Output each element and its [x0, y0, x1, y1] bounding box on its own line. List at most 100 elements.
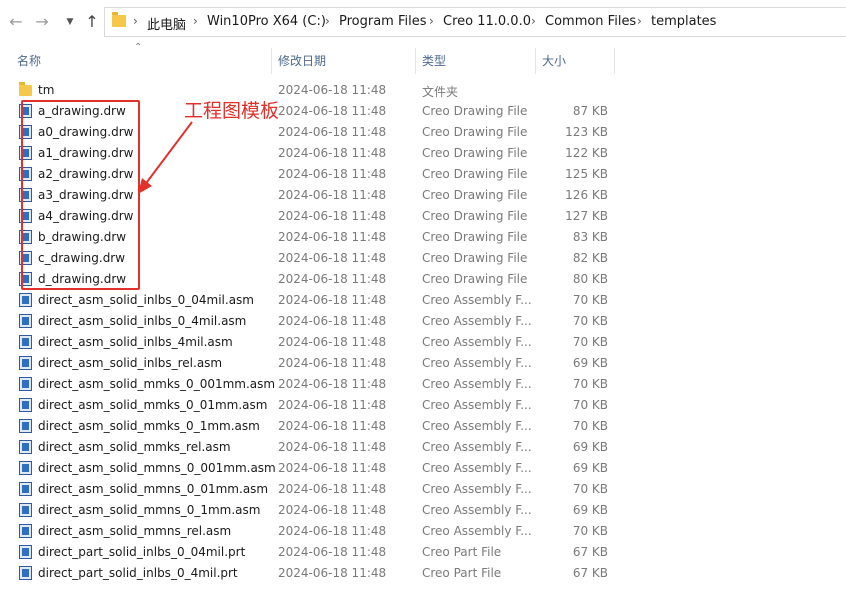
file-type: Creo Part File: [422, 545, 502, 559]
file-size: 70 KB: [572, 377, 608, 391]
file-type: Creo Assembly F...: [422, 293, 532, 307]
file-date: 2024-06-18 11:48: [278, 461, 387, 475]
file-row[interactable]: direct_asm_solid_inlbs_0_4mil.asm 2024-06…: [0, 311, 846, 332]
file-row[interactable]: direct_asm_solid_inlbs_rel.asm 2024-06-18…: [0, 353, 846, 374]
breadcrumb-separator-icon[interactable]: ›: [133, 14, 138, 28]
breadcrumb-separator-icon[interactable]: ›: [193, 14, 198, 28]
file-date: 2024-06-18 11:48: [278, 524, 387, 538]
file-date: 2024-06-18 11:48: [278, 482, 387, 496]
file-size: 69 KB: [572, 440, 608, 454]
file-type: Creo Assembly F...: [422, 314, 532, 328]
file-row[interactable]: direct_asm_solid_mmns_0_1mm.asm 2024-06-1…: [0, 500, 846, 521]
file-date: 2024-06-18 11:48: [278, 83, 387, 97]
column-divider[interactable]: [415, 48, 416, 74]
annotation-arrow-icon: [138, 121, 193, 194]
address-bar[interactable]: › 此电脑 › Win10Pro X64 (C:) › Program File…: [104, 7, 846, 37]
file-row[interactable]: direct_part_solid_inlbs_0_04mil.prt 2024-…: [0, 542, 846, 563]
file-date: 2024-06-18 11:48: [278, 272, 387, 286]
file-date: 2024-06-18 11:48: [278, 314, 387, 328]
creo-file-icon: [19, 398, 32, 412]
file-name: direct_asm_solid_mmks_0_1mm.asm: [38, 419, 260, 433]
file-size: 67 KB: [572, 566, 608, 580]
file-date: 2024-06-18 11:48: [278, 377, 387, 391]
file-name: direct_asm_solid_mmns_0_01mm.asm: [38, 482, 269, 496]
file-date: 2024-06-18 11:48: [278, 104, 387, 118]
file-size: 70 KB: [572, 482, 608, 496]
file-type: Creo Assembly F...: [422, 419, 532, 433]
breadcrumb-templates[interactable]: templates: [651, 14, 716, 29]
file-type: Creo Part File: [422, 566, 502, 580]
file-date: 2024-06-18 11:48: [278, 545, 387, 559]
file-row[interactable]: direct_asm_solid_inlbs_4mil.asm 2024-06-1…: [0, 332, 846, 353]
file-date: 2024-06-18 11:48: [278, 440, 387, 454]
file-name: direct_asm_solid_inlbs_0_4mil.asm: [38, 314, 247, 328]
file-row[interactable]: direct_asm_solid_mmns_0_01mm.asm 2024-06-…: [0, 479, 846, 500]
breadcrumb-this-pc[interactable]: 此电脑: [147, 14, 186, 33]
file-row[interactable]: direct_asm_solid_mmns_rel.asm 2024-06-18 …: [0, 521, 846, 542]
column-header-size[interactable]: 大小: [542, 52, 566, 69]
file-name: direct_asm_solid_inlbs_0_04mil.asm: [38, 293, 254, 307]
recent-locations-chevron-icon[interactable]: ▼: [60, 10, 80, 34]
file-size: 125 KB: [565, 167, 608, 181]
file-size: 69 KB: [572, 461, 608, 475]
folder-icon: [112, 12, 126, 27]
file-type: Creo Assembly F...: [422, 377, 532, 391]
file-row[interactable]: direct_asm_solid_inlbs_0_04mil.asm 2024-0…: [0, 290, 846, 311]
file-row[interactable]: direct_asm_solid_mmks_0_1mm.asm 2024-06-1…: [0, 416, 846, 437]
highlight-box: [21, 100, 140, 290]
column-header-type[interactable]: 类型: [422, 52, 446, 69]
file-size: 70 KB: [572, 524, 608, 538]
file-date: 2024-06-18 11:48: [278, 503, 387, 517]
breadcrumb-program-files[interactable]: Program Files: [339, 14, 427, 29]
file-size: 80 KB: [572, 272, 608, 286]
back-arrow-icon[interactable]: ←: [6, 10, 26, 34]
file-size: 70 KB: [572, 419, 608, 433]
file-type: Creo Drawing File: [422, 230, 528, 244]
file-date: 2024-06-18 11:48: [278, 167, 387, 181]
navigation-toolbar: ← → ▼ ↑ › 此电脑 › Win10Pro X64 (C:) › Prog…: [0, 0, 846, 46]
file-date: 2024-06-18 11:48: [278, 188, 387, 202]
breadcrumb-separator-icon[interactable]: ›: [531, 14, 536, 28]
file-name: direct_asm_solid_mmks_0_01mm.asm: [38, 398, 268, 412]
breadcrumb-drive[interactable]: Win10Pro X64 (C:): [207, 14, 326, 29]
file-name: direct_asm_solid_inlbs_rel.asm: [38, 356, 223, 370]
creo-file-icon: [19, 482, 32, 496]
column-header-name[interactable]: 名称: [17, 52, 41, 69]
column-divider[interactable]: [535, 48, 536, 74]
column-divider[interactable]: [271, 48, 272, 74]
column-header-date[interactable]: 修改日期: [278, 52, 326, 69]
file-row[interactable]: direct_part_solid_inlbs_0_4mil.prt 2024-0…: [0, 563, 846, 584]
creo-file-icon: [19, 293, 32, 307]
file-type: Creo Assembly F...: [422, 356, 532, 370]
file-name: direct_asm_solid_mmks_0_001mm.asm: [38, 377, 276, 391]
file-size: 123 KB: [565, 125, 608, 139]
file-row[interactable]: direct_asm_solid_mmks_rel.asm 2024-06-18 …: [0, 437, 846, 458]
up-arrow-icon[interactable]: ↑: [82, 10, 102, 34]
column-header-row: 名称 修改日期 类型 大小: [0, 48, 846, 74]
forward-arrow-icon[interactable]: →: [32, 10, 52, 34]
breadcrumb-separator-icon[interactable]: ›: [429, 14, 434, 28]
breadcrumb-separator-icon[interactable]: ›: [325, 14, 330, 28]
file-row[interactable]: direct_asm_solid_mmks_0_01mm.asm 2024-06-…: [0, 395, 846, 416]
breadcrumb-creo[interactable]: Creo 11.0.0.0: [443, 14, 531, 29]
file-date: 2024-06-18 11:48: [278, 419, 387, 433]
creo-file-icon: [19, 377, 32, 391]
file-name: direct_part_solid_inlbs_0_4mil.prt: [38, 566, 238, 580]
breadcrumb-separator-icon[interactable]: ›: [637, 14, 642, 28]
creo-file-icon: [19, 314, 32, 328]
file-row[interactable]: direct_asm_solid_mmks_0_001mm.asm 2024-06…: [0, 374, 846, 395]
creo-file-icon: [19, 524, 32, 538]
file-size: 69 KB: [572, 356, 608, 370]
column-divider[interactable]: [614, 48, 615, 74]
breadcrumb-common-files[interactable]: Common Files: [545, 14, 636, 29]
file-date: 2024-06-18 11:48: [278, 356, 387, 370]
file-row[interactable]: tm 2024-06-18 11:48 文件夹: [0, 80, 846, 101]
file-name: direct_asm_solid_inlbs_4mil.asm: [38, 335, 233, 349]
file-type: Creo Assembly F...: [422, 503, 532, 517]
file-name: direct_asm_solid_mmns_0_1mm.asm: [38, 503, 261, 517]
file-type: Creo Drawing File: [422, 146, 528, 160]
file-row[interactable]: direct_asm_solid_mmns_0_001mm.asm 2024-06…: [0, 458, 846, 479]
file-type: Creo Assembly F...: [422, 482, 532, 496]
file-date: 2024-06-18 11:48: [278, 293, 387, 307]
file-type: Creo Drawing File: [422, 209, 528, 223]
